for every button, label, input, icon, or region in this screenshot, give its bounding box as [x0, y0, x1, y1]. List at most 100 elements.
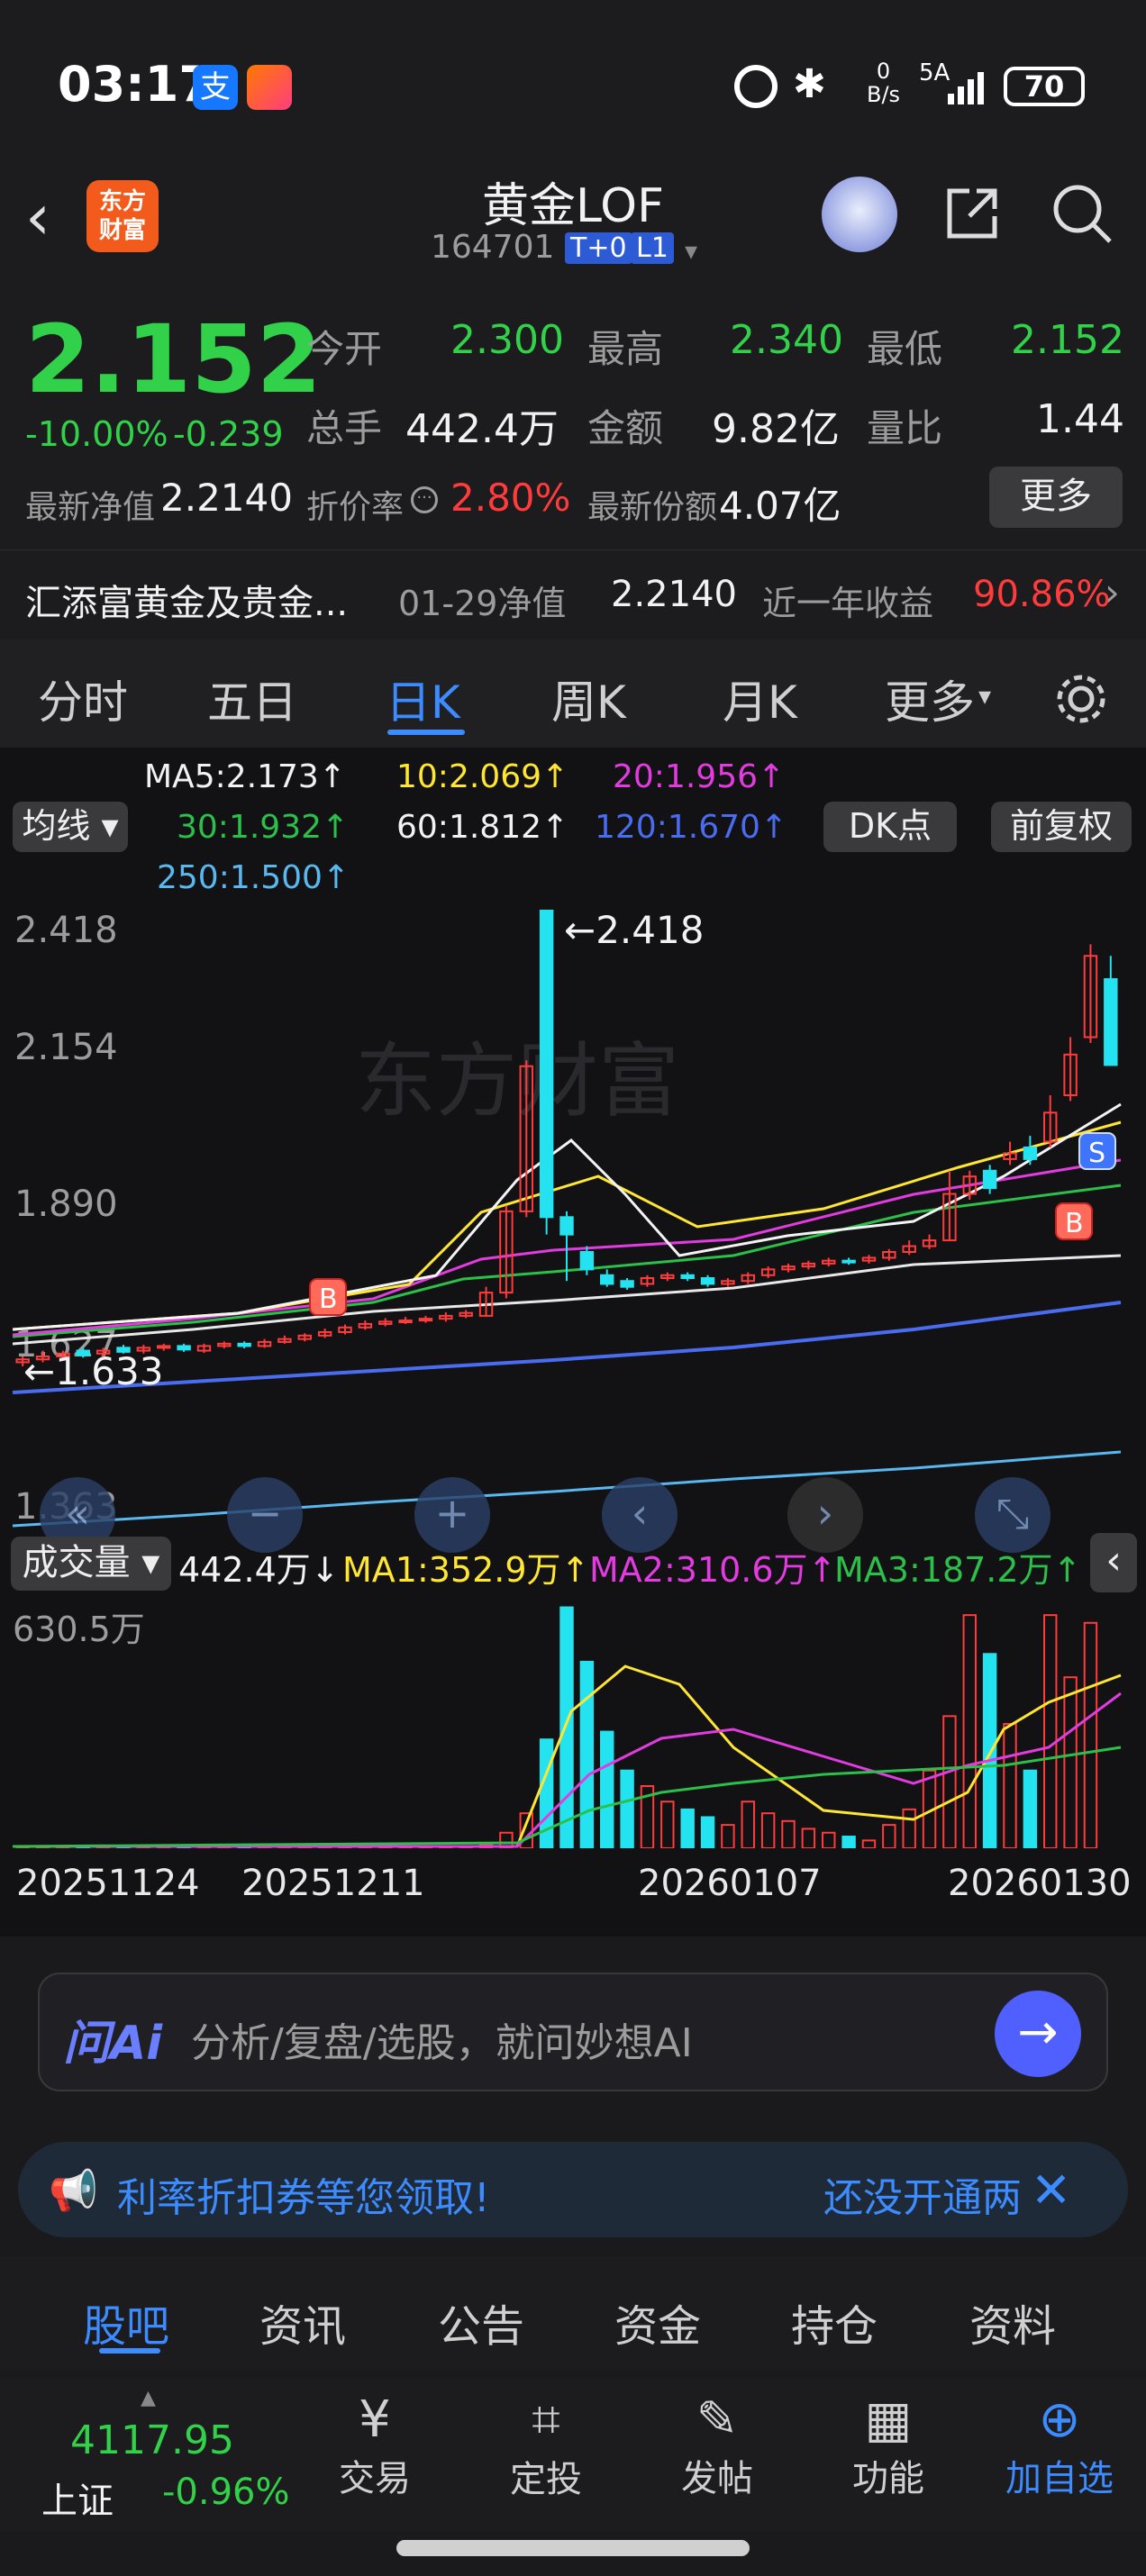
- tab-profile[interactable]: 资料: [969, 2290, 1056, 2354]
- trade-icon: ¥: [359, 2390, 391, 2449]
- volume-bar: [1083, 1621, 1098, 1848]
- tab-holdings[interactable]: 持仓: [791, 2290, 878, 2354]
- grid-icon: ▦: [864, 2390, 913, 2449]
- nav-post[interactable]: ✎ 发帖: [654, 2390, 780, 2501]
- volume-plot[interactable]: [13, 1594, 1133, 1848]
- high-value: 2.340: [730, 317, 843, 363]
- ma5-legend: MA5:2.173↑: [144, 758, 346, 795]
- collapse-left-icon[interactable]: ‹: [1090, 1533, 1137, 1592]
- candlestick-plot[interactable]: 东方财富 B B S: [13, 906, 1133, 1528]
- volume-bar: [882, 1824, 896, 1848]
- volume-bar: [559, 1606, 574, 1848]
- net-speed-value: 0: [876, 59, 891, 84]
- candle: [157, 1345, 171, 1349]
- candle: [1104, 978, 1118, 1066]
- nav-post-label: 发帖: [681, 2458, 753, 2499]
- settings-gear-icon[interactable]: [1052, 670, 1110, 728]
- volume-bar: [841, 1836, 856, 1848]
- chevron-up-icon[interactable]: ▲: [141, 2387, 156, 2409]
- candle: [539, 910, 554, 1219]
- ai-logo: 问Ai: [63, 2017, 163, 2071]
- tab-monthly-k[interactable]: 月K: [723, 667, 797, 731]
- chart-icon: ⌗: [532, 2390, 560, 2449]
- candle: [237, 1342, 251, 1347]
- tab-announcement[interactable]: 公告: [438, 2290, 524, 2354]
- tab-forum[interactable]: 股吧: [83, 2290, 169, 2354]
- ma-toggle-button[interactable]: 均线 ▾: [13, 802, 128, 852]
- nav-add-label: 加自选: [1005, 2458, 1114, 2499]
- ma60-legend: 60:1.812↑: [396, 809, 569, 846]
- volume-bar: [1043, 1614, 1058, 1848]
- share-value: 4.07亿: [719, 484, 841, 528]
- adjust-price-button[interactable]: 前复权: [991, 802, 1132, 852]
- volume-bar: [822, 1831, 836, 1848]
- tab-funds[interactable]: 资金: [614, 2290, 701, 2354]
- home-indicator: [396, 2540, 750, 2556]
- fund-code: 164701: [431, 229, 555, 266]
- ai-robot-icon[interactable]: [822, 177, 897, 252]
- status-bar: 03:17 支 ✱ 0 B/s 5A 70: [0, 0, 1146, 162]
- fund-info-row[interactable]: 汇添富黄金及贵金... 01-29净值 2.2140 近一年收益 90.86% …: [0, 549, 1146, 639]
- ai-input[interactable]: 分析/复盘/选股，就问妙想AI: [191, 2010, 693, 2068]
- watermark: 东方财富: [355, 1034, 679, 1129]
- close-icon[interactable]: ✕: [1031, 2162, 1071, 2218]
- nav-functions[interactable]: ▦ 功能: [825, 2390, 951, 2501]
- b-marker-1: B: [309, 1278, 347, 1316]
- date-label-4: 20260130: [948, 1863, 1132, 1904]
- edit-icon: ✎: [696, 2390, 739, 2449]
- tab-more-chevron-icon: ▾: [978, 681, 992, 711]
- search-icon[interactable]: [1050, 182, 1114, 245]
- tab-five-day[interactable]: 五日: [207, 667, 297, 731]
- ma250-line: [13, 1450, 1122, 1528]
- vol-ma2: MA2:310.6万↑: [589, 1550, 837, 1590]
- chevron-down-icon[interactable]: ▾: [685, 236, 697, 266]
- b-marker-2: B: [1055, 1202, 1093, 1240]
- volume-bar: [801, 1828, 816, 1848]
- ratio-value: 1.44: [1036, 396, 1124, 442]
- nav-invest[interactable]: ⌗ 定投: [483, 2390, 609, 2502]
- tab-news[interactable]: 资讯: [259, 2290, 346, 2354]
- volume-label: 总手: [306, 406, 383, 450]
- candle: [600, 1274, 614, 1285]
- ma30-legend: 30:1.932↑: [177, 809, 350, 846]
- nav-add-watchlist[interactable]: ⊕ 加自选: [996, 2390, 1123, 2501]
- volume-indicator-button[interactable]: 成交量 ▾: [11, 1537, 171, 1591]
- ai-send-icon[interactable]: →: [995, 1991, 1081, 2077]
- svg-text:B: B: [319, 1283, 338, 1315]
- index-name: 上证: [41, 2481, 114, 2522]
- tab-intraday[interactable]: 分时: [38, 667, 128, 731]
- tab-daily-k[interactable]: 日K: [386, 667, 460, 731]
- dk-point-button[interactable]: DK点: [823, 802, 957, 852]
- info-icon[interactable]: ···: [411, 486, 438, 513]
- max-price-annotation: ←2.418: [564, 908, 705, 952]
- volume-bar: [861, 1839, 877, 1848]
- tab-weekly-k[interactable]: 周K: [551, 667, 626, 731]
- candle: [418, 1318, 433, 1322]
- share-icon[interactable]: [942, 184, 1002, 243]
- volume-bar: [760, 1812, 776, 1848]
- clock: 03:17: [58, 56, 213, 113]
- bottom-nav: ▲ 4117.95 上证 -0.96% ¥ 交易 ⌗ 定投 ✎ 发帖 ▦ 功能 ⊕ 加自选: [0, 2378, 1146, 2531]
- s-marker: S: [1078, 1132, 1116, 1170]
- content-tab-indicator: [99, 2348, 160, 2354]
- candles-group: [15, 910, 1118, 1366]
- volume-bar: [620, 1769, 634, 1848]
- volume-bar: [579, 1660, 595, 1848]
- nav-trade[interactable]: ¥ 交易: [312, 2390, 438, 2501]
- ai-query-bar[interactable]: 问Ai 分析/复盘/选股，就问妙想AI →: [38, 1973, 1108, 2091]
- promo-banner[interactable]: 📢 利率折扣券等您领取! 还没开通两 ✕: [18, 2142, 1128, 2237]
- tab-more[interactable]: 更多: [885, 667, 975, 731]
- year-return-value: 90.86%: [973, 574, 1111, 615]
- stock-header: ‹ 东方 财富 黄金LOF 164701 T+0 L1 ▾: [0, 162, 1146, 288]
- app-notification-icon: [247, 65, 292, 110]
- more-button[interactable]: 更多: [989, 467, 1123, 528]
- year-return-label: 近一年收益: [762, 584, 934, 623]
- nav-value: 2.2140: [160, 476, 293, 520]
- current-price: 2.152: [25, 304, 322, 414]
- nav-date-label: 01-29净值: [398, 584, 567, 623]
- ma250-legend: 250:1.500↑: [157, 859, 350, 896]
- net-speed: 0 B/s: [867, 59, 900, 106]
- volume-bar: [1063, 1676, 1078, 1848]
- promo-action[interactable]: 还没开通两: [823, 2165, 1022, 2223]
- ma120-legend: 120:1.670↑: [595, 809, 788, 846]
